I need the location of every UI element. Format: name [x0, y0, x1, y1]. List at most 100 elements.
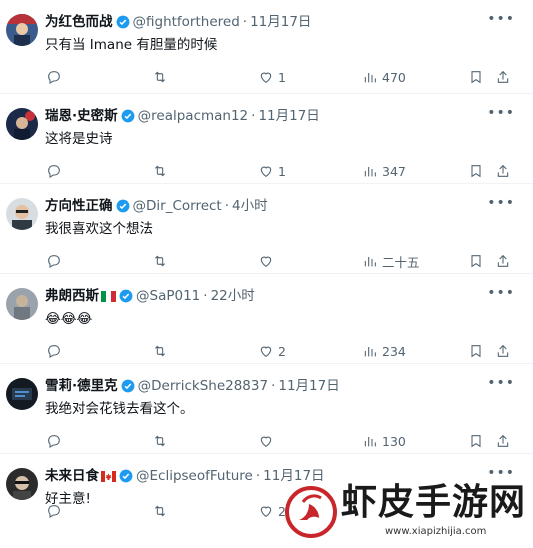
display-name[interactable]: 雪莉·德里克: [45, 378, 118, 394]
tweet-actions: 二十五: [40, 250, 520, 272]
retweet-button[interactable]: [152, 500, 172, 522]
display-name[interactable]: 为红色而战: [45, 14, 113, 30]
reply-icon: [48, 435, 60, 448]
retweet-button[interactable]: [152, 160, 172, 182]
retweet-button[interactable]: [152, 250, 172, 272]
separator-dot: ·: [255, 468, 261, 484]
views-button[interactable]: 234: [362, 340, 406, 362]
bookmark-icon: [471, 255, 481, 268]
avatar[interactable]: [6, 378, 38, 410]
display-name[interactable]: 方向性正确: [45, 198, 113, 214]
tweet[interactable]: 瑞恩·史密斯 @realpacman12 · 11月17日 ••• 这将是史诗 1 3…: [0, 94, 533, 184]
timestamp[interactable]: 11月17日: [250, 14, 311, 30]
reply-button[interactable]: [46, 500, 66, 522]
reply-button[interactable]: [46, 430, 66, 452]
verified-badge-icon: [116, 15, 130, 32]
reply-button[interactable]: [46, 160, 66, 182]
timestamp[interactable]: 11月17日: [258, 108, 319, 124]
italy-flag-icon: [101, 288, 116, 306]
retweet-icon: [154, 505, 166, 517]
display-name[interactable]: 瑞恩·史密斯: [45, 108, 118, 124]
heart-icon: [260, 256, 272, 267]
share-button[interactable]: [495, 250, 511, 272]
user-handle[interactable]: @SaP011: [136, 288, 200, 304]
bookmark-button[interactable]: [468, 250, 484, 272]
separator-dot: ·: [251, 108, 256, 124]
timestamp[interactable]: 22小时: [211, 288, 255, 304]
bookmark-icon: [471, 71, 481, 84]
heart-icon: [260, 506, 272, 517]
share-button[interactable]: [495, 340, 511, 362]
bookmark-button[interactable]: [468, 340, 484, 362]
retweet-button[interactable]: [152, 340, 172, 362]
analytics-icon: [364, 437, 376, 447]
avatar[interactable]: [6, 468, 38, 500]
views-button[interactable]: 347: [362, 160, 406, 182]
watermark: 虾皮手游网 www.xiapizhijia.com: [285, 480, 530, 544]
views-button[interactable]: 470: [362, 66, 406, 88]
more-options-icon[interactable]: •••: [487, 11, 515, 27]
tweet[interactable]: 弗朗西斯 @SaP011 · 22小时 ••• 😂😂😂 2 234: [0, 274, 533, 364]
like-button[interactable]: 2: [258, 500, 286, 522]
bookmark-icon: [471, 165, 481, 178]
avatar[interactable]: [6, 108, 38, 140]
like-button[interactable]: 1: [258, 66, 286, 88]
views-button[interactable]: 二十五: [362, 250, 420, 272]
heart-icon: [260, 436, 272, 447]
more-options-icon[interactable]: •••: [487, 285, 515, 301]
more-options-icon[interactable]: •••: [487, 105, 515, 121]
retweet-icon: [154, 435, 166, 447]
timestamp[interactable]: 4小时: [232, 198, 268, 214]
avatar[interactable]: [6, 288, 38, 320]
timestamp[interactable]: 11月17日: [278, 378, 339, 394]
user-handle[interactable]: @DerrickShe28837: [138, 378, 268, 394]
like-button[interactable]: 1: [258, 160, 286, 182]
more-options-icon[interactable]: •••: [487, 375, 515, 391]
like-button[interactable]: [258, 430, 278, 452]
like-button[interactable]: 2: [258, 340, 286, 362]
user-handle[interactable]: @realpacman12: [138, 108, 249, 124]
retweet-button[interactable]: [152, 66, 172, 88]
retweet-button[interactable]: [152, 430, 172, 452]
verified-badge-icon: [121, 379, 135, 396]
user-handle[interactable]: @fightforthered: [133, 14, 240, 30]
avatar[interactable]: [6, 198, 38, 230]
display-name[interactable]: 未来日食: [45, 468, 99, 484]
like-count: 1: [278, 163, 286, 179]
bookmark-icon: [471, 435, 481, 448]
bookmark-icon: [471, 345, 481, 358]
reply-icon: [48, 71, 60, 84]
tweet-feed: 为红色而战 @fightforthered · 11月17日 ••• 只有当 Iman…: [0, 0, 533, 544]
reply-button[interactable]: [46, 66, 66, 88]
views-count: 130: [382, 433, 406, 449]
canada-flag-icon: [101, 468, 116, 486]
tweet-text: 我很喜欢这个想法: [45, 221, 153, 237]
tweet-header: 雪莉·德里克 @DerrickShe28837 · 11月17日: [45, 376, 493, 396]
tweet-header: 为红色而战 @fightforthered · 11月17日: [45, 12, 493, 32]
tweet[interactable]: 雪莉·德里克 @DerrickShe28837 · 11月17日 ••• 我绝对会花钱…: [0, 364, 533, 454]
reply-icon: [48, 345, 60, 358]
bookmark-button[interactable]: [468, 160, 484, 182]
more-options-icon[interactable]: •••: [487, 195, 515, 211]
views-button[interactable]: 130: [362, 430, 406, 452]
tweet[interactable]: 为红色而战 @fightforthered · 11月17日 ••• 只有当 Iman…: [0, 0, 533, 94]
share-button[interactable]: [495, 430, 511, 452]
display-name[interactable]: 弗朗西斯: [45, 288, 99, 304]
user-handle[interactable]: @Dir_Correct: [133, 198, 222, 214]
bookmark-button[interactable]: [468, 66, 484, 88]
reply-button[interactable]: [46, 340, 66, 362]
user-handle[interactable]: @EclipseofFuture: [136, 468, 253, 484]
share-button[interactable]: [495, 160, 511, 182]
heart-icon: [260, 346, 272, 357]
tweet-text: 😂😂😂: [45, 311, 93, 327]
like-button[interactable]: [258, 250, 278, 272]
more-options-icon[interactable]: •••: [487, 465, 515, 481]
reply-button[interactable]: [46, 250, 66, 272]
avatar[interactable]: [6, 14, 38, 46]
like-count: 2: [278, 343, 286, 359]
tweet-header: 弗朗西斯 @SaP011 · 22小时: [45, 286, 493, 306]
bookmark-button[interactable]: [468, 430, 484, 452]
verified-badge-icon: [119, 469, 133, 486]
tweet[interactable]: 方向性正确 @Dir_Correct · 4小时 ••• 我很喜欢这个想法 二十五: [0, 184, 533, 274]
share-button[interactable]: [495, 66, 511, 88]
